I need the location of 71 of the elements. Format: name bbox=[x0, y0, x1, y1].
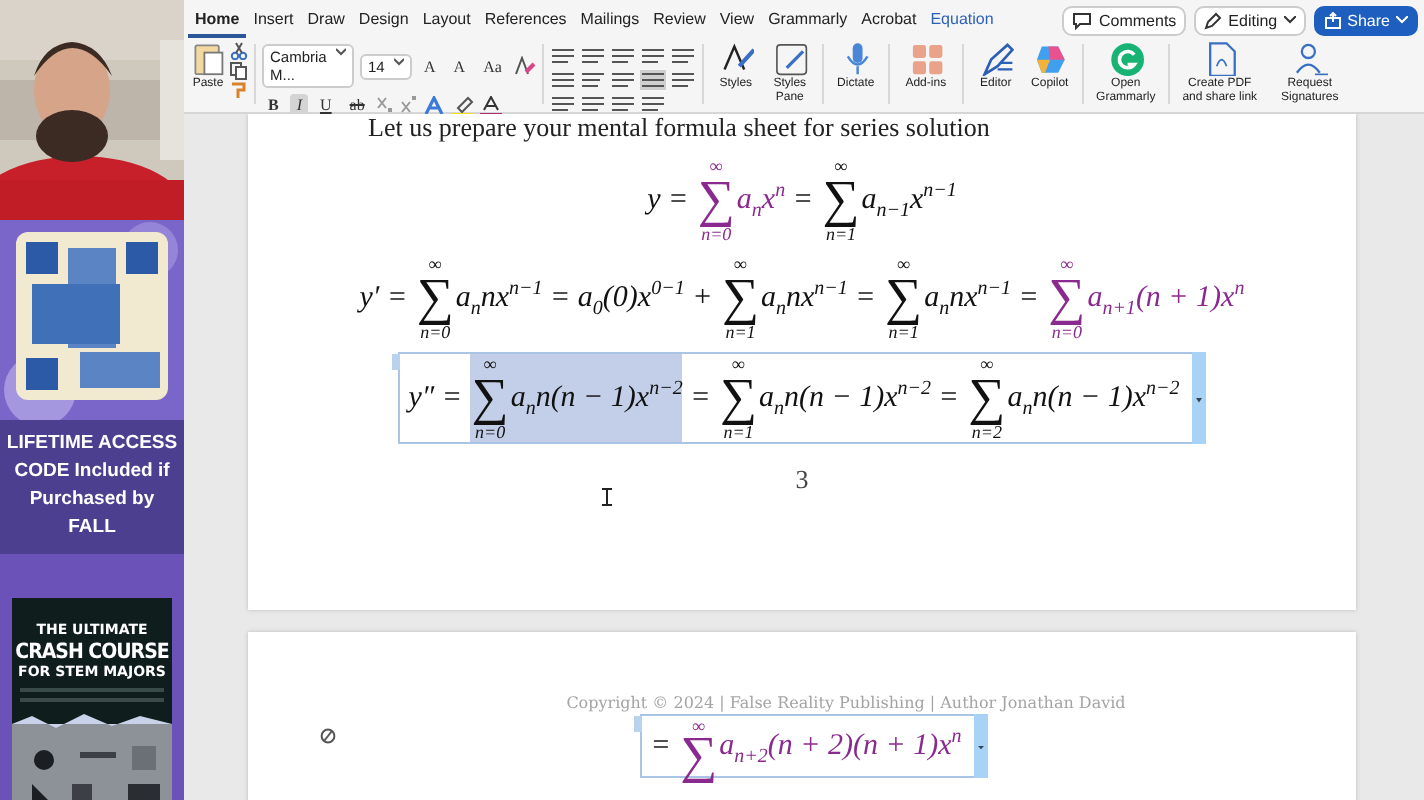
format-button[interactable]: A bbox=[418, 55, 442, 77]
sum-limit: n=2 bbox=[971, 422, 1002, 442]
sum-limit: n=1 bbox=[723, 422, 754, 442]
sum-limit: ∞ bbox=[483, 354, 497, 374]
ribbon-tab[interactable]: Home bbox=[188, 3, 247, 37]
ribbon-tab[interactable]: Insert bbox=[246, 3, 301, 37]
sum-limit: ∞ bbox=[734, 254, 747, 274]
format-button[interactable]: B bbox=[262, 94, 285, 116]
page-number: 3 bbox=[795, 464, 809, 496]
math-text: y′ = bbox=[359, 280, 410, 318]
summation-sign: ∑ bbox=[885, 274, 923, 322]
math-text: a$_{n}$n(n − 1)x$^{n−2}$ = bbox=[759, 376, 961, 424]
math-text: y″ = bbox=[408, 380, 465, 418]
ribbon-tab[interactable]: Draw bbox=[300, 3, 352, 37]
ribbon-tab[interactable]: Grammarly bbox=[761, 3, 855, 37]
sum-limit: ∞ bbox=[732, 354, 745, 374]
math-text: y = bbox=[647, 182, 691, 220]
math-text: a$_{n}$nx$^{n−1}$ = bbox=[761, 276, 878, 324]
math-text: a$_{n}$nx$^{n−1}$ = a$_{0}$(0)x$^{0−1}$ + bbox=[455, 276, 715, 324]
summation-sign: ∑ bbox=[719, 374, 758, 422]
summation-sign: ∑ bbox=[471, 374, 509, 422]
share-button[interactable]: Share bbox=[1313, 5, 1418, 35]
summation-sign: ∑ bbox=[968, 374, 1006, 422]
sum-limit: n=1 bbox=[825, 224, 857, 244]
body-text: Let us prepare your mental formula sheet for series solution bbox=[368, 114, 992, 142]
sum-limit: ∞ bbox=[709, 156, 723, 176]
math-text: = bbox=[688, 380, 713, 418]
math-text: = bbox=[650, 728, 673, 766]
math-text: a$_{n}$x$^{n}$ bbox=[736, 178, 786, 226]
format-button[interactable]: Aa bbox=[477, 55, 508, 77]
math-text: a$_{n}$nx$^{n−1}$ = bbox=[924, 276, 1041, 324]
format-button[interactable]: I bbox=[290, 94, 309, 116]
sum-limit: n=1 bbox=[725, 322, 756, 342]
ribbon-tab[interactable]: Design bbox=[351, 3, 416, 37]
summation-sign: ∑ bbox=[697, 176, 735, 224]
ribbon-tab[interactable]: Equation bbox=[923, 3, 1001, 37]
sum-limit: ∞ bbox=[834, 156, 848, 176]
sum-limit: n=0 bbox=[1051, 322, 1082, 342]
math-text: a$_{n}$n(n − 1)x$^{n−2}$ bbox=[510, 354, 683, 442]
math-text: a$_{n−1}$x$^{n−1}$ bbox=[861, 178, 957, 226]
promo-text: LIFETIME ACCESS CODE Included if Purchased by FALL bbox=[0, 420, 184, 554]
math-text: a$_{n+2}$(n + 2)(n + 1)x$^{n}$ bbox=[719, 724, 962, 772]
book-title: CRASH COURSE bbox=[15, 640, 169, 664]
format-button[interactable]: U bbox=[314, 94, 338, 116]
sum-limit: ∞ bbox=[692, 716, 706, 736]
math-text: a$_{n}$n(n − 1)x$^{n−2}$ bbox=[1007, 376, 1180, 424]
format-button[interactable]: A bbox=[447, 55, 472, 77]
summation-sign: ∑ bbox=[1048, 274, 1086, 322]
footer-text: Copyright © 2024 | False Reality Publishing | Author Jonathan David bbox=[566, 694, 1126, 714]
ribbon-tab[interactable]: Review bbox=[646, 3, 713, 37]
summation-sign: ∑ bbox=[822, 176, 860, 224]
sum-limit: ∞ bbox=[428, 254, 442, 274]
sum-limit: n=0 bbox=[701, 224, 732, 244]
sum-limit: ∞ bbox=[980, 354, 994, 374]
ribbon-tab[interactable]: View bbox=[712, 3, 762, 37]
ribbon-tab[interactable]: Mailings bbox=[573, 3, 647, 37]
math-text: a$_{n+1}$(n + 1)x$^{n}$ bbox=[1087, 276, 1245, 324]
summation-sign: ∑ bbox=[721, 274, 759, 322]
sum-limit: n=0 bbox=[475, 422, 506, 442]
ribbon-tab[interactable]: Layout bbox=[415, 3, 478, 37]
sum-limit: ∞ bbox=[897, 254, 911, 274]
sum-limit: n=1 bbox=[888, 322, 919, 342]
comments-button[interactable]: Comments bbox=[1062, 5, 1187, 35]
summation-sign: ∑ bbox=[416, 274, 454, 322]
sum-limit: ∞ bbox=[1060, 254, 1074, 274]
format-button[interactable]: ab bbox=[343, 94, 371, 116]
ribbon-tab[interactable]: References bbox=[477, 3, 574, 37]
math-text: = bbox=[790, 182, 815, 220]
sum-limit: n=0 bbox=[420, 322, 451, 342]
ribbon-tab[interactable]: Acrobat bbox=[854, 3, 924, 37]
editing-dropdown[interactable]: Editing bbox=[1194, 5, 1306, 35]
